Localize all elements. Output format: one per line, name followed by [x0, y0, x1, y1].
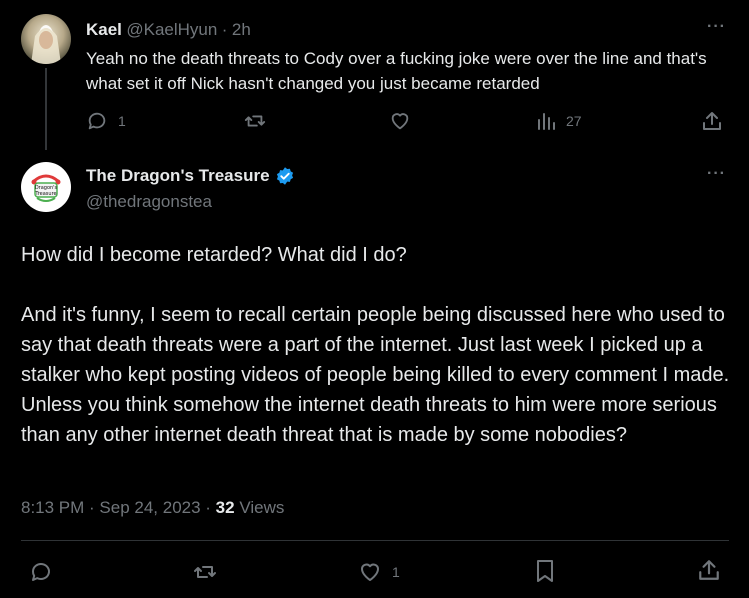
reply-header: Kael @KaelHyun · 2h — [86, 20, 251, 40]
bookmark-icon — [537, 560, 553, 582]
reply-count: 1 — [118, 113, 126, 129]
retweet-icon — [194, 566, 216, 578]
dragons-treasure-avatar[interactable]: Dragon's Treasure — [21, 162, 71, 212]
reply-views-count: 27 — [566, 113, 582, 129]
like-action[interactable]: 1 — [358, 560, 400, 584]
reply-icon — [88, 112, 106, 130]
paragraph-2: And it's funny, I seem to recall certain… — [21, 304, 730, 446]
author-handle[interactable]: @thedragonstea — [86, 192, 212, 212]
author-handle[interactable]: @KaelHyun — [126, 20, 217, 39]
reply-action[interactable]: 1 — [86, 110, 126, 132]
views-count[interactable]: 32 — [216, 498, 235, 517]
views-action[interactable]: 27 — [536, 111, 582, 131]
paragraph-1: How did I become retarded? What did I do… — [21, 244, 407, 266]
views-label: Views — [234, 498, 285, 517]
retweet-action[interactable] — [243, 110, 267, 132]
reply-text: Yeah no the death threats to Cody over a… — [86, 49, 707, 93]
dot-separator: · — [221, 20, 228, 39]
divider — [21, 540, 729, 541]
reply-icon — [32, 563, 50, 581]
kael-avatar[interactable] — [21, 14, 71, 64]
thread-line — [45, 68, 47, 150]
retweet-action[interactable] — [192, 560, 218, 584]
author-name[interactable]: Kael — [86, 20, 122, 39]
retweet-icon — [244, 115, 266, 127]
more-options-icon[interactable]: ··· — [707, 18, 726, 36]
heart-icon — [391, 113, 409, 130]
analytics-icon — [538, 113, 555, 130]
share-icon — [699, 560, 719, 580]
avatar-image — [31, 25, 61, 64]
timestamp[interactable]: 8:13 PM · Sep 24, 2023 · — [21, 498, 216, 517]
post-time[interactable]: 2h — [232, 20, 251, 39]
share-action[interactable] — [702, 110, 722, 132]
author-name[interactable]: The Dragon's Treasure — [86, 166, 270, 186]
more-options-icon[interactable]: ··· — [707, 165, 726, 183]
main-author-row: The Dragon's Treasure — [86, 166, 295, 186]
like-action[interactable] — [389, 110, 411, 132]
heart-icon — [361, 563, 379, 581]
share-icon — [703, 112, 721, 130]
avatar-image: Dragon's Treasure — [31, 174, 61, 202]
like-count: 1 — [392, 564, 400, 580]
main-tweet-text: How did I become retarded? What did I do… — [21, 240, 736, 450]
bookmark-action[interactable] — [534, 559, 556, 583]
verified-badge-icon — [276, 167, 293, 185]
tweet-meta: 8:13 PM · Sep 24, 2023 · 32 Views — [21, 498, 284, 518]
svg-text:Treasure: Treasure — [34, 191, 56, 197]
reply-action[interactable] — [29, 560, 53, 584]
share-action[interactable] — [698, 558, 720, 582]
